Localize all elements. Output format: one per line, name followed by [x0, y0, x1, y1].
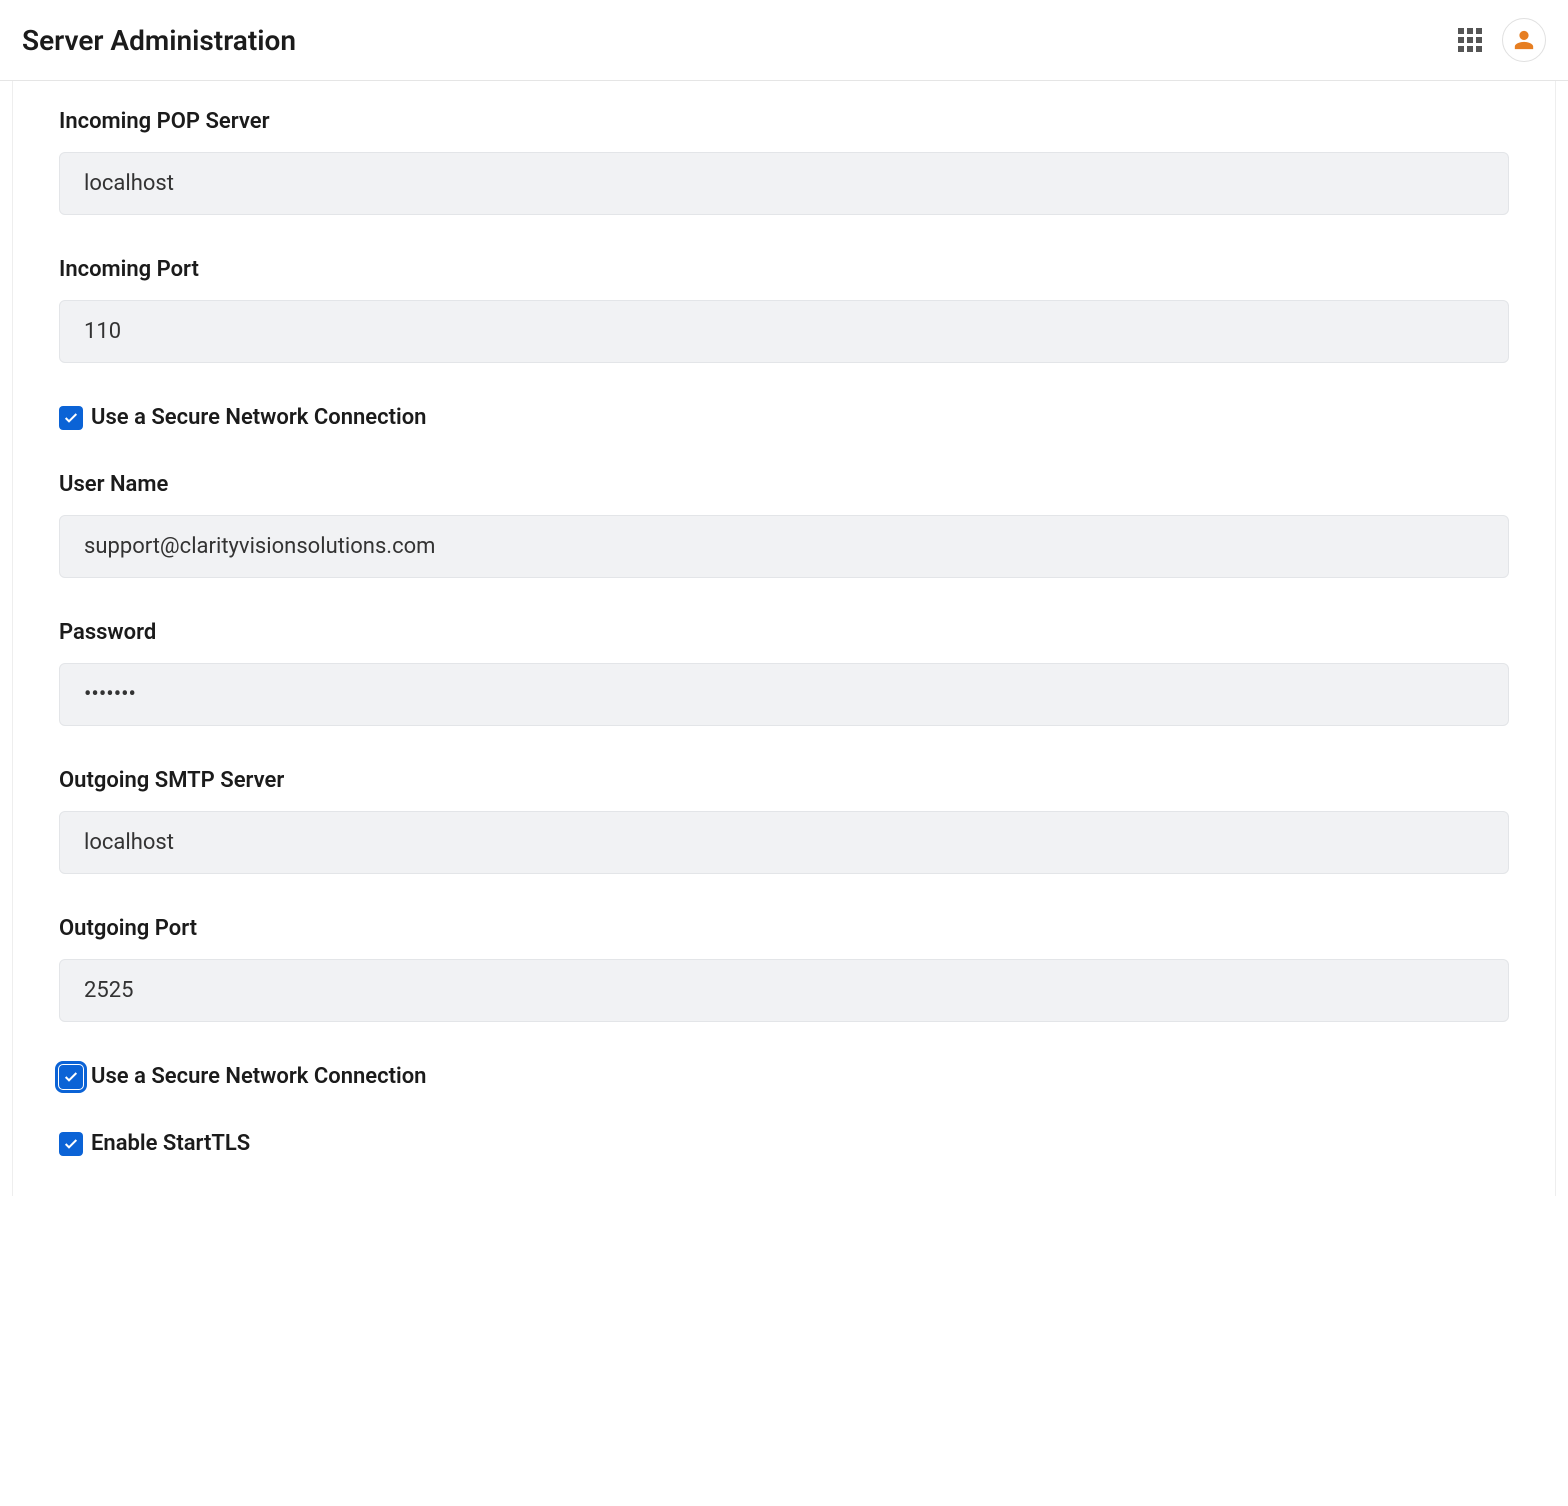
outgoing-smtp-label: Outgoing SMTP Server: [59, 768, 1509, 793]
user-avatar-button[interactable]: [1502, 18, 1546, 62]
username-label: User Name: [59, 472, 1509, 497]
secure-outgoing-checkbox[interactable]: [59, 1065, 83, 1089]
header-actions: [1458, 18, 1546, 62]
username-input[interactable]: [59, 515, 1509, 578]
outgoing-smtp-group: Outgoing SMTP Server: [59, 768, 1509, 874]
user-icon: [1513, 29, 1535, 51]
outgoing-port-input[interactable]: [59, 959, 1509, 1022]
incoming-pop-input[interactable]: [59, 152, 1509, 215]
outgoing-smtp-input[interactable]: [59, 811, 1509, 874]
incoming-port-label: Incoming Port: [59, 257, 1509, 282]
apps-grid-icon[interactable]: [1458, 28, 1482, 52]
check-icon: [63, 1136, 79, 1152]
outgoing-port-label: Outgoing Port: [59, 916, 1509, 941]
outgoing-port-group: Outgoing Port: [59, 916, 1509, 1022]
starttls-label: Enable StartTLS: [91, 1131, 250, 1156]
secure-incoming-checkbox[interactable]: [59, 406, 83, 430]
starttls-checkbox-row[interactable]: Enable StartTLS: [59, 1131, 1509, 1156]
secure-incoming-label: Use a Secure Network Connection: [91, 405, 426, 430]
check-icon: [63, 410, 79, 426]
incoming-port-group: Incoming Port: [59, 257, 1509, 363]
password-input[interactable]: [59, 663, 1509, 726]
settings-panel: Incoming POP Server Incoming Port Use a …: [12, 81, 1556, 1196]
incoming-pop-label: Incoming POP Server: [59, 109, 1509, 134]
secure-outgoing-checkbox-row[interactable]: Use a Secure Network Connection: [59, 1064, 1509, 1089]
secure-outgoing-label: Use a Secure Network Connection: [91, 1064, 426, 1089]
starttls-checkbox[interactable]: [59, 1132, 83, 1156]
password-label: Password: [59, 620, 1509, 645]
secure-incoming-checkbox-row[interactable]: Use a Secure Network Connection: [59, 405, 1509, 430]
check-icon: [63, 1069, 79, 1085]
username-group: User Name: [59, 472, 1509, 578]
password-group: Password: [59, 620, 1509, 726]
incoming-pop-group: Incoming POP Server: [59, 109, 1509, 215]
page-title: Server Administration: [22, 24, 296, 57]
incoming-port-input[interactable]: [59, 300, 1509, 363]
page-header: Server Administration: [0, 0, 1568, 81]
